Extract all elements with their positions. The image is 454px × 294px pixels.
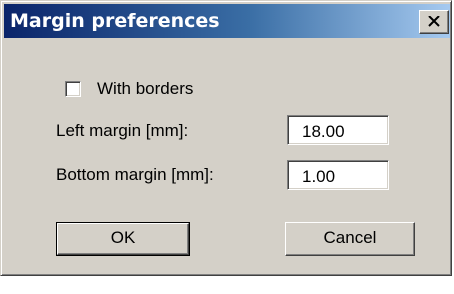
with-borders-checkbox[interactable] xyxy=(65,81,81,97)
cancel-button[interactable]: Cancel xyxy=(285,222,415,256)
window-title: Margin preferences xyxy=(10,10,220,32)
title-bar[interactable]: Margin preferences xyxy=(4,4,450,38)
left-margin-input[interactable] xyxy=(287,115,389,145)
ok-button[interactable]: OK xyxy=(56,222,190,256)
cancel-button-label: Cancel xyxy=(323,228,377,247)
close-button[interactable] xyxy=(419,10,449,34)
margin-preferences-dialog: Margin preferences With borders Left mar… xyxy=(0,0,452,276)
bottom-margin-input[interactable] xyxy=(287,160,389,190)
left-margin-label: Left margin [mm]: xyxy=(56,121,189,140)
close-icon xyxy=(428,16,440,27)
bottom-margin-label: Bottom margin [mm]: xyxy=(56,165,214,184)
ok-button-label: OK xyxy=(110,228,136,247)
with-borders-label[interactable]: With borders xyxy=(97,79,193,99)
